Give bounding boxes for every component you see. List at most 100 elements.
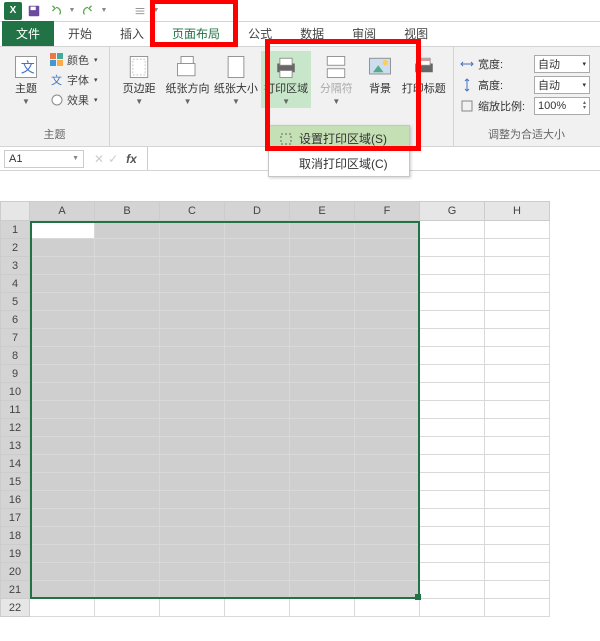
cell[interactable] [225, 293, 290, 311]
cell[interactable] [160, 455, 225, 473]
row-header-21[interactable]: 21 [0, 581, 30, 599]
cell[interactable] [95, 293, 160, 311]
cell[interactable] [290, 473, 355, 491]
cell[interactable] [160, 581, 225, 599]
cell[interactable] [420, 599, 485, 617]
cell[interactable] [485, 347, 550, 365]
cell[interactable] [225, 473, 290, 491]
cell[interactable] [225, 401, 290, 419]
cell[interactable] [485, 401, 550, 419]
tab-file[interactable]: 文件 [2, 21, 54, 46]
col-header-B[interactable]: B [95, 201, 160, 221]
cell[interactable] [225, 581, 290, 599]
cell[interactable] [225, 563, 290, 581]
row-header-7[interactable]: 7 [0, 329, 30, 347]
cell[interactable] [290, 491, 355, 509]
cell[interactable] [30, 401, 95, 419]
cell[interactable] [290, 275, 355, 293]
enter-icon[interactable]: ✓ [108, 152, 118, 166]
cell[interactable] [225, 383, 290, 401]
cell[interactable] [290, 527, 355, 545]
tab-view[interactable]: 视图 [390, 21, 442, 46]
save-icon[interactable] [24, 2, 44, 20]
cell[interactable] [485, 581, 550, 599]
cell[interactable] [160, 239, 225, 257]
row-header-1[interactable]: 1 [0, 221, 30, 239]
cell[interactable] [95, 383, 160, 401]
cell[interactable] [95, 473, 160, 491]
cell[interactable] [30, 329, 95, 347]
cell[interactable] [30, 347, 95, 365]
row-header-14[interactable]: 14 [0, 455, 30, 473]
cell[interactable] [485, 275, 550, 293]
cell[interactable] [355, 383, 420, 401]
cell[interactable] [30, 257, 95, 275]
qat-customize-arrow-icon[interactable]: ▼ [152, 2, 160, 20]
cell[interactable] [290, 293, 355, 311]
cell[interactable] [355, 455, 420, 473]
row-header-15[interactable]: 15 [0, 473, 30, 491]
cell[interactable] [225, 221, 290, 239]
tab-formulas[interactable]: 公式 [234, 21, 286, 46]
row-header-17[interactable]: 17 [0, 509, 30, 527]
cell[interactable] [225, 329, 290, 347]
effects-button[interactable]: 效果▾ [48, 91, 100, 109]
cell[interactable] [290, 599, 355, 617]
row-header-13[interactable]: 13 [0, 437, 30, 455]
row-header-4[interactable]: 4 [0, 275, 30, 293]
cell[interactable] [485, 455, 550, 473]
fx-icon[interactable]: fx [122, 152, 141, 166]
cell[interactable] [95, 581, 160, 599]
cell[interactable] [485, 239, 550, 257]
row-header-10[interactable]: 10 [0, 383, 30, 401]
row-header-19[interactable]: 19 [0, 545, 30, 563]
cell[interactable] [30, 563, 95, 581]
breaks-button[interactable]: 分隔符▼ [313, 51, 359, 108]
cell[interactable] [30, 545, 95, 563]
cell[interactable] [225, 311, 290, 329]
cell[interactable] [95, 545, 160, 563]
cell[interactable] [225, 491, 290, 509]
cell[interactable] [160, 491, 225, 509]
cell[interactable] [355, 311, 420, 329]
cell[interactable] [95, 491, 160, 509]
cell[interactable] [420, 383, 485, 401]
cell[interactable] [95, 221, 160, 239]
cell[interactable] [95, 347, 160, 365]
cell[interactable] [30, 419, 95, 437]
cell[interactable] [225, 455, 290, 473]
cell[interactable] [30, 293, 95, 311]
cell[interactable] [30, 455, 95, 473]
cell[interactable] [420, 221, 485, 239]
cell[interactable] [485, 257, 550, 275]
cell[interactable] [355, 419, 420, 437]
cell[interactable] [30, 509, 95, 527]
col-header-E[interactable]: E [290, 201, 355, 221]
cell[interactable] [290, 509, 355, 527]
undo-icon[interactable] [46, 2, 66, 20]
cell[interactable] [420, 293, 485, 311]
row-header-12[interactable]: 12 [0, 419, 30, 437]
col-header-H[interactable]: H [485, 201, 550, 221]
cell[interactable] [355, 509, 420, 527]
cell[interactable] [485, 365, 550, 383]
cell[interactable] [160, 545, 225, 563]
cell[interactable] [420, 581, 485, 599]
cell[interactable] [355, 473, 420, 491]
scale-input[interactable]: 100%▴▾ [534, 97, 590, 115]
cell[interactable] [95, 365, 160, 383]
cell[interactable] [420, 329, 485, 347]
cell[interactable] [485, 293, 550, 311]
cell[interactable] [225, 545, 290, 563]
cell[interactable] [95, 311, 160, 329]
col-header-C[interactable]: C [160, 201, 225, 221]
cell[interactable] [420, 473, 485, 491]
cell[interactable] [355, 257, 420, 275]
row-header-11[interactable]: 11 [0, 401, 30, 419]
cell[interactable] [355, 401, 420, 419]
cell[interactable] [225, 257, 290, 275]
row-header-2[interactable]: 2 [0, 239, 30, 257]
cell[interactable] [485, 545, 550, 563]
cell[interactable] [30, 527, 95, 545]
cell[interactable] [290, 311, 355, 329]
